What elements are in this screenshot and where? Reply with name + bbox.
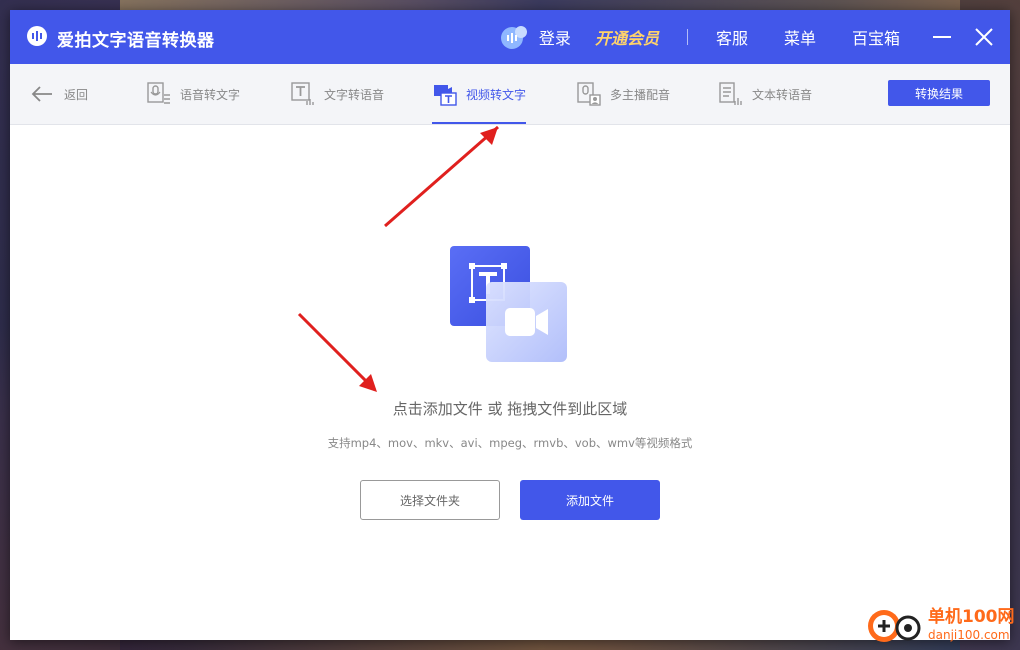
menu-link[interactable]: 菜单 — [784, 25, 816, 49]
tab-multi-anchor-dubbing[interactable]: 多主播配音 — [576, 64, 670, 124]
watermark-name: 单机100网 — [928, 607, 1015, 627]
back-button[interactable]: 返回 — [30, 64, 88, 124]
minimize-icon[interactable] — [932, 27, 952, 47]
arrow-left-icon — [31, 86, 52, 102]
microphone-doc-icon — [147, 82, 170, 104]
supported-formats-hint: 支持mp4、mov、mkv、avi、mpeg、rmvb、vob、wmv等视频格式 — [327, 436, 693, 450]
title-bar: 爱拍文字语音转换器 登录 开通会员 客服 菜单 百宝箱 — [10, 10, 1010, 64]
watermark-logo-icon — [868, 610, 921, 642]
feature-tab-bar: 返回 语音转文字 文字转语音 视频转文字 多主播配音 文本转语音 转换结果 — [10, 64, 1010, 125]
tab-document-to-speech[interactable]: 文本转语音 — [718, 64, 812, 124]
title-divider — [686, 29, 688, 45]
tab-label: 文本转语音 — [752, 87, 813, 102]
select-folder-button[interactable]: 选择文件夹 — [360, 480, 500, 520]
tab-speech-to-text[interactable]: 语音转文字 — [146, 64, 240, 124]
drop-zone[interactable]: 点击添加文件 或 拖拽文件到此区域 支持mp4、mov、mkv、avi、mpeg… — [10, 125, 1010, 640]
site-watermark: 单机100网 danji100.com — [866, 602, 1016, 648]
user-avatar-icon[interactable] — [499, 24, 529, 50]
customer-service-link[interactable]: 客服 — [716, 25, 748, 49]
tab-text-to-speech[interactable]: 文字转语音 — [290, 64, 384, 124]
close-icon[interactable] — [974, 27, 994, 47]
login-link[interactable]: 登录 — [539, 25, 571, 49]
multi-anchor-icon — [577, 82, 601, 106]
annotation-arrow-to-dropzone — [297, 312, 377, 392]
back-label: 返回 — [64, 87, 89, 102]
tab-label: 语音转文字 — [180, 87, 241, 102]
app-window: 爱拍文字语音转换器 登录 开通会员 客服 菜单 百宝箱 返回 语音转文字 文字转… — [10, 10, 1010, 640]
text-to-audio-icon — [291, 82, 314, 105]
watermark-url: danji100.com — [928, 628, 1010, 642]
doc-to-audio-icon — [719, 82, 742, 105]
add-file-button[interactable]: 添加文件 — [520, 480, 660, 520]
tab-video-to-text[interactable]: 视频转文字 — [432, 64, 527, 124]
app-title: 爱拍文字语音转换器 — [57, 31, 215, 51]
vip-link[interactable]: 开通会员 — [595, 25, 659, 49]
annotation-arrow-to-tab — [384, 125, 499, 228]
toolbox-link[interactable]: 百宝箱 — [852, 25, 900, 49]
video-text-icon — [434, 85, 457, 106]
tab-label: 多主播配音 — [610, 87, 671, 102]
conversion-result-button[interactable]: 转换结果 — [888, 80, 990, 106]
video-to-text-illustration-icon — [450, 246, 567, 362]
tab-label: 文字转语音 — [324, 87, 385, 102]
drop-instruction: 点击添加文件 或 拖拽文件到此区域 — [392, 400, 628, 418]
tab-label: 视频转文字 — [466, 87, 527, 102]
app-logo-icon — [27, 26, 47, 46]
